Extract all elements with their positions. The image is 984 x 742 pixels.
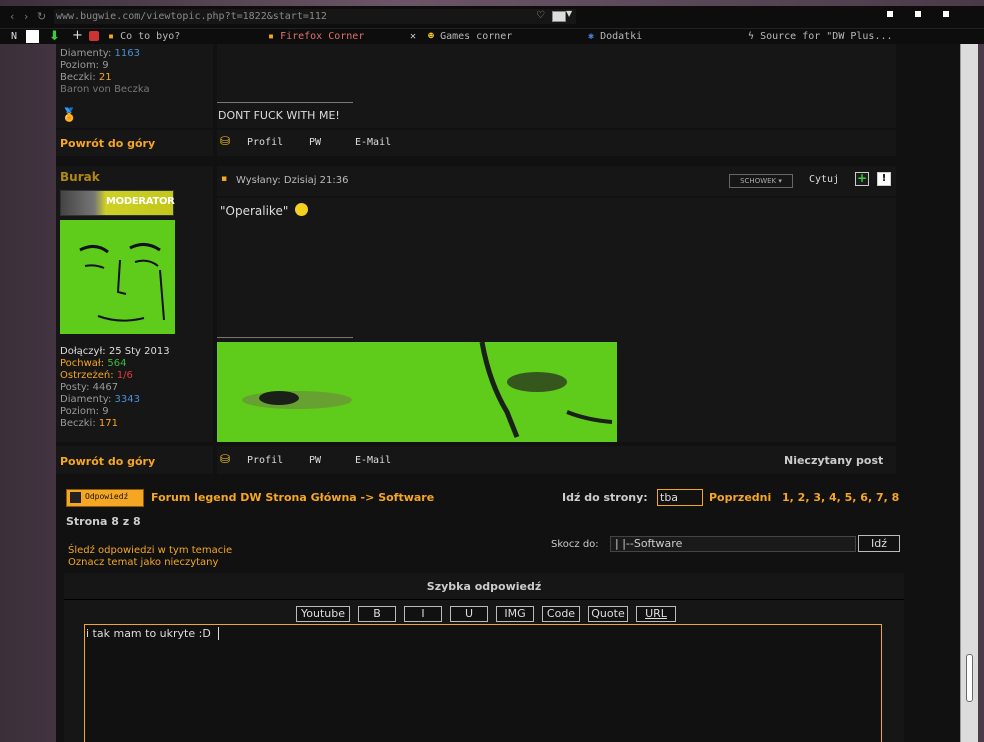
author-name[interactable]: Burak (60, 170, 100, 184)
page-indicator: Strona 8 z 8 (66, 515, 141, 528)
moderator-badge: MODERATOR (60, 190, 175, 216)
page-icon: ▪ (268, 31, 275, 42)
url-button[interactable]: URL (636, 606, 676, 622)
report-icon[interactable]: ! (877, 172, 891, 186)
img-button[interactable]: IMG (496, 606, 534, 622)
chevron-down-icon: ▾ (778, 177, 782, 185)
tab-co-to-byo[interactable]: ▪ Co to byo? (108, 29, 258, 45)
reply-icon (70, 492, 81, 503)
pm-link[interactable]: PW (309, 455, 321, 466)
smiley-icon: ☻ (428, 31, 435, 42)
page-scrollbar[interactable] (960, 44, 978, 742)
underline-button[interactable]: U (450, 606, 488, 622)
breadcrumb: Forum legend DW Strona Główna -> Softwar… (151, 491, 435, 504)
scrollbar-thumb[interactable] (966, 654, 973, 702)
reload-icon[interactable]: ↻ (37, 10, 46, 23)
medal-icon: 🏅 (61, 108, 78, 123)
mark-unread-link[interactable]: Oznacz temat jako nieczytany (68, 557, 218, 568)
go-button[interactable]: Idź (858, 535, 900, 552)
prev-post-sidebar: Diamenty: 1163 Poziom: 9 Beczki: 21 Baro… (56, 44, 213, 128)
unread-label: Nieczytany post (784, 454, 884, 467)
chevron-down-icon[interactable]: ▼ (566, 9, 572, 18)
italic-button[interactable]: I (404, 606, 442, 622)
barrel-icon: ⛁ (220, 134, 231, 148)
heart-icon[interactable]: ♡ (536, 10, 545, 21)
barrel-icon: ⛁ (220, 452, 231, 466)
tab-bar: N ⬇ + ▪ Co to byo? ▪ Firefox Corner ✕ ☻ … (0, 28, 984, 45)
page-icon: ▪ (108, 31, 115, 42)
watch-topic-link[interactable]: Śledź odpowiedzi w tym temacie (68, 545, 232, 556)
page-viewport: Diamenty: 1163 Poziom: 9 Beczki: 21 Baro… (56, 44, 960, 742)
tab-source[interactable]: ϟ Source for "DW Plus... (748, 29, 898, 45)
email-link[interactable]: E-Mail (355, 137, 391, 148)
post-header: ▪ Wysłany: Dzisiaj 21:36 SCHOWEK ▾ Cytuj… (217, 166, 896, 196)
prev-post-body: DONT FUCK WITH ME! (217, 44, 896, 128)
back-icon[interactable]: ‹ (10, 10, 14, 23)
avatar (60, 220, 175, 334)
maximize-button[interactable] (915, 11, 921, 17)
bolt-icon: ϟ (748, 31, 755, 42)
add-icon[interactable]: + (855, 172, 869, 186)
download-icon[interactable]: ⬇ (49, 29, 60, 44)
profile-link[interactable]: Profil (247, 455, 283, 466)
tab-dodatki[interactable]: ✱ Dodatki (588, 29, 738, 45)
back-to-top-link[interactable]: Powrót do góry (60, 137, 155, 150)
email-link[interactable]: E-Mail (355, 455, 391, 466)
tab-games-corner[interactable]: ☻ Games corner (428, 29, 578, 45)
signature-divider (217, 337, 353, 338)
post-body: "Operalike" (217, 198, 896, 442)
url-bar-row: ‹ › ↻ www.bugwie.com/viewtopic.php?t=182… (0, 6, 984, 28)
back-to-top-link[interactable]: Powrót do góry (60, 455, 155, 468)
tab-firefox-corner[interactable]: ▪ Firefox Corner ✕ (268, 29, 423, 45)
software-link[interactable]: Software (378, 491, 434, 504)
bookmark-icon[interactable] (26, 30, 39, 43)
close-icon[interactable]: ✕ (410, 29, 416, 44)
reply-button[interactable]: Odpowiedź (66, 489, 144, 507)
signature: DONT FUCK WITH ME! (218, 109, 340, 122)
post-text: "Operalike" (220, 204, 289, 218)
toolbar-n[interactable]: N (11, 29, 17, 45)
jump-select[interactable]: | |--Software (610, 536, 856, 552)
page-links[interactable]: 1, 2, 3, 4, 5, 6, 7, 8 (782, 491, 899, 504)
forward-icon[interactable]: › (24, 10, 28, 23)
new-tab-button[interactable]: + (72, 29, 83, 45)
post-icon: ▪ (221, 174, 228, 184)
text-cursor (218, 627, 219, 640)
close-button[interactable] (943, 11, 949, 17)
browser-chrome: ‹ › ↻ www.bugwie.com/viewtopic.php?t=182… (0, 6, 984, 44)
schowek-dropdown[interactable]: SCHOWEK ▾ (729, 174, 793, 188)
goto-label: Idź do strony: (562, 491, 648, 504)
bold-button[interactable]: B (358, 606, 396, 622)
addon-icon[interactable] (89, 31, 99, 41)
forum-home-link[interactable]: Forum legend DW Strona Główna (151, 491, 357, 504)
minimize-button[interactable] (887, 11, 893, 17)
youtube-button[interactable]: Youtube (296, 606, 350, 622)
quote-bbcode-button[interactable]: Quote (588, 606, 628, 622)
post-author-sidebar: Burak MODERATOR Dołączył: 25 Sty 2013 Po… (56, 166, 213, 442)
signature-image (217, 342, 617, 442)
signature-divider (217, 102, 353, 103)
post-date: Wysłany: Dzisiaj 21:36 (236, 175, 349, 186)
avatar-face (79, 243, 165, 322)
goto-input[interactable]: tba (657, 489, 703, 506)
puzzle-icon: ✱ (588, 31, 595, 42)
reply-textarea[interactable]: i tak mam to ukryte :D (84, 624, 882, 742)
url-input[interactable]: www.bugwie.com/viewtopic.php?t=1822&star… (54, 9, 576, 24)
prev-page-link[interactable]: Poprzedni (709, 491, 771, 504)
quote-button[interactable]: Cytuj (809, 174, 839, 185)
jump-label: Skocz do: (551, 539, 599, 550)
flag-icon[interactable] (552, 11, 566, 22)
smiley-icon (295, 203, 308, 216)
quick-reply-title: Szybka odpowiedź (426, 580, 542, 593)
profile-link[interactable]: Profil (247, 137, 283, 148)
code-button[interactable]: Code (542, 606, 580, 622)
pm-link[interactable]: PW (309, 137, 321, 148)
